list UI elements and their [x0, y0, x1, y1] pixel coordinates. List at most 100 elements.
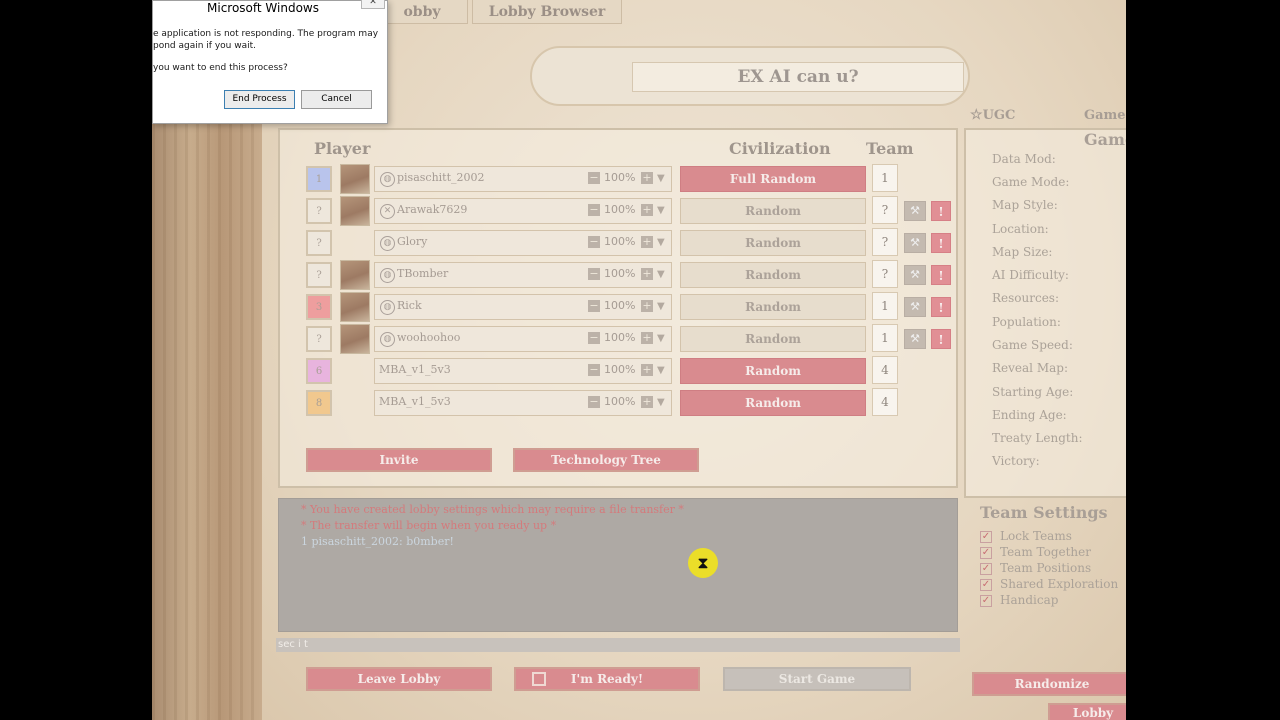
- player-name-field[interactable]: ✕ Arawak7629 −100% + ▼: [374, 198, 672, 224]
- player-color-slot[interactable]: 6: [306, 358, 332, 384]
- minus-icon[interactable]: −: [588, 396, 600, 408]
- checkbox-checked-icon[interactable]: ✓: [980, 546, 992, 559]
- player-name-field[interactable]: ◍ woohoohoo −100% + ▼: [374, 326, 672, 352]
- plus-icon[interactable]: +: [641, 268, 653, 280]
- player-name: Rick: [397, 299, 422, 312]
- plus-icon[interactable]: +: [641, 300, 653, 312]
- chevron-down-icon[interactable]: ▼: [657, 205, 665, 216]
- minus-icon[interactable]: −: [588, 364, 600, 376]
- chevron-down-icon[interactable]: ▼: [657, 237, 665, 248]
- player-name-field[interactable]: ◍ pisaschitt_2002 −100% + ▼: [374, 166, 672, 192]
- player-color-slot[interactable]: 8: [306, 390, 332, 416]
- leave-lobby-button[interactable]: Leave Lobby: [306, 667, 492, 691]
- team-setting-item[interactable]: ✓ Shared Exploration: [980, 577, 1118, 591]
- player-color-slot[interactable]: ?: [306, 198, 332, 224]
- player-row: ? ◍ woohoohoo −100% + ▼ Random 1 ⚒!: [306, 324, 956, 354]
- handicap-percent: 100%: [604, 203, 636, 216]
- player-color-slot[interactable]: ?: [306, 230, 332, 256]
- team-select[interactable]: ?: [872, 196, 898, 224]
- team-select[interactable]: 4: [872, 388, 898, 416]
- team-setting-item[interactable]: ✓ Handicap: [980, 593, 1058, 607]
- game-label: Game I: [1084, 108, 1126, 123]
- minus-icon[interactable]: −: [588, 236, 600, 248]
- ready-button[interactable]: I'm Ready!: [514, 667, 700, 691]
- chevron-down-icon[interactable]: ▼: [657, 365, 665, 376]
- dialog-question: you want to end this process?: [153, 63, 288, 73]
- tab-lobby[interactable]: obby: [376, 0, 468, 24]
- plus-icon[interactable]: +: [641, 204, 653, 216]
- player-name-field[interactable]: ◍ Glory −100% + ▼: [374, 230, 672, 256]
- randomize-button[interactable]: Randomize: [972, 672, 1126, 696]
- start-game-button[interactable]: Start Game: [723, 667, 911, 691]
- kick-alert-icon[interactable]: !: [931, 233, 951, 253]
- checkbox-checked-icon[interactable]: ✓: [980, 562, 992, 575]
- civilization-select[interactable]: Random: [680, 230, 866, 256]
- minus-icon[interactable]: −: [588, 300, 600, 312]
- minus-icon[interactable]: −: [588, 332, 600, 344]
- chat-input[interactable]: sec i t: [276, 638, 960, 652]
- lobby-button[interactable]: Lobby: [1048, 703, 1126, 720]
- plus-icon[interactable]: +: [641, 236, 653, 248]
- chevron-down-icon[interactable]: ▼: [657, 301, 665, 312]
- player-name-field[interactable]: MBA_v1_5v3 −100% + ▼: [374, 390, 672, 416]
- player-color-slot[interactable]: ?: [306, 326, 332, 352]
- invite-button[interactable]: Invite: [306, 448, 492, 472]
- chevron-down-icon[interactable]: ▼: [657, 333, 665, 344]
- end-process-button[interactable]: End Process: [224, 90, 295, 109]
- kick-alert-icon[interactable]: !: [931, 297, 951, 317]
- plus-icon[interactable]: +: [641, 364, 653, 376]
- team-select[interactable]: 1: [872, 324, 898, 352]
- team-select[interactable]: 1: [872, 292, 898, 320]
- civilization-select[interactable]: Random: [680, 262, 866, 288]
- setting-label: Game Mode:: [992, 175, 1070, 189]
- player-color-slot[interactable]: 3: [306, 294, 332, 320]
- team-select[interactable]: ?: [872, 260, 898, 288]
- minus-icon[interactable]: −: [588, 268, 600, 280]
- civilization-select[interactable]: Full Random: [680, 166, 866, 192]
- chevron-down-icon[interactable]: ▼: [657, 269, 665, 280]
- plus-icon[interactable]: +: [641, 396, 653, 408]
- team-select[interactable]: 1: [872, 164, 898, 192]
- plus-icon[interactable]: +: [641, 172, 653, 184]
- player-color-slot[interactable]: ?: [306, 262, 332, 288]
- minus-icon[interactable]: −: [588, 204, 600, 216]
- tab-lobby-browser[interactable]: Lobby Browser: [472, 0, 622, 24]
- kick-alert-icon[interactable]: !: [931, 265, 951, 285]
- close-icon[interactable]: ✕: [361, 0, 385, 9]
- civilization-select[interactable]: Random: [680, 390, 866, 416]
- hourglass-cursor-icon: ⧗: [688, 548, 718, 578]
- wrench-icon[interactable]: ⚒: [904, 233, 926, 253]
- kick-alert-icon[interactable]: !: [931, 201, 951, 221]
- checkbox-checked-icon[interactable]: ✓: [980, 530, 992, 543]
- chevron-down-icon[interactable]: ▼: [657, 397, 665, 408]
- wrench-icon[interactable]: ⚒: [904, 201, 926, 221]
- player-name-field[interactable]: ◍ TBomber −100% + ▼: [374, 262, 672, 288]
- civilization-select[interactable]: Random: [680, 294, 866, 320]
- civilization-select[interactable]: Random: [680, 198, 866, 224]
- wrench-icon[interactable]: ⚒: [904, 329, 926, 349]
- civilization-select[interactable]: Random: [680, 326, 866, 352]
- team-setting-item[interactable]: ✓ Team Positions: [980, 561, 1091, 575]
- team-select[interactable]: ?: [872, 228, 898, 256]
- team-setting-item[interactable]: ✓ Team Together: [980, 545, 1091, 559]
- technology-tree-button[interactable]: Technology Tree: [513, 448, 699, 472]
- player-row: 6 MBA_v1_5v3 −100% + ▼ Random 4: [306, 356, 956, 384]
- player-name-field[interactable]: ◍ Rick −100% + ▼: [374, 294, 672, 320]
- checkbox-checked-icon[interactable]: ✓: [980, 578, 992, 591]
- plus-icon[interactable]: +: [641, 332, 653, 344]
- team-select[interactable]: 4: [872, 356, 898, 384]
- minus-icon[interactable]: −: [588, 172, 600, 184]
- checkbox-checked-icon[interactable]: ✓: [980, 594, 992, 607]
- chevron-down-icon[interactable]: ▼: [657, 173, 665, 184]
- team-setting-item[interactable]: ✓ Lock Teams: [980, 529, 1072, 543]
- kick-alert-icon[interactable]: !: [931, 329, 951, 349]
- wrench-icon[interactable]: ⚒: [904, 265, 926, 285]
- ready-label: I'm Ready!: [570, 672, 644, 686]
- cancel-button[interactable]: Cancel: [301, 90, 372, 109]
- wrench-icon[interactable]: ⚒: [904, 297, 926, 317]
- ready-checkbox[interactable]: [532, 672, 546, 686]
- chat-line: * You have created lobby settings which …: [301, 503, 684, 516]
- player-name-field[interactable]: MBA_v1_5v3 −100% + ▼: [374, 358, 672, 384]
- civilization-select[interactable]: Random: [680, 358, 866, 384]
- player-color-slot[interactable]: 1: [306, 166, 332, 192]
